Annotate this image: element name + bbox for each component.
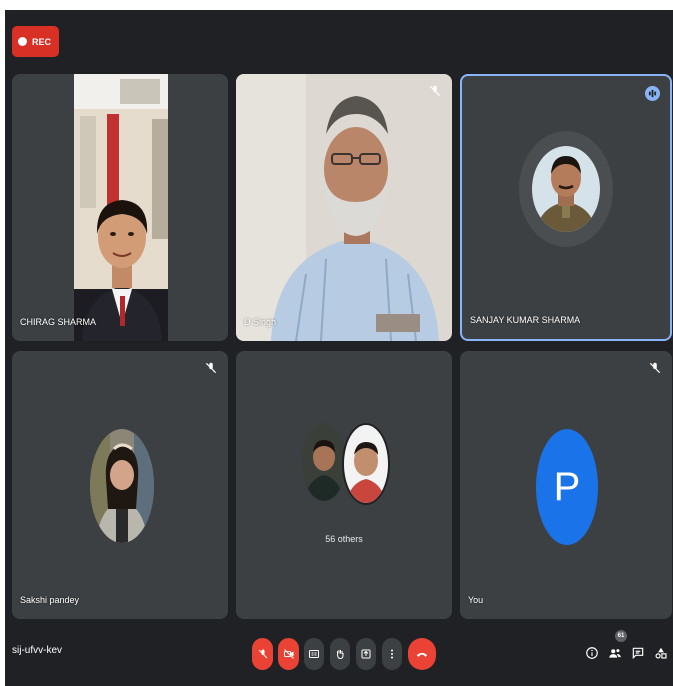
- participant-count-badge: 61: [615, 630, 627, 642]
- others-tile[interactable]: 56 others: [236, 351, 452, 619]
- participant-avatar: [90, 429, 154, 543]
- recording-label: REC: [32, 36, 52, 47]
- participant-name: SANJAY KUMAR SHARMA: [470, 315, 581, 325]
- participant-name: CHIRAG SHARMA: [20, 317, 97, 327]
- participant-video: [236, 74, 452, 341]
- others-count-label: 56 others: [325, 534, 363, 544]
- you-avatar: P: [536, 429, 598, 545]
- participant-tile-dsingh[interactable]: D Singh: [236, 74, 452, 341]
- avatar-initial: P: [553, 464, 581, 509]
- people-icon[interactable]: [608, 646, 622, 660]
- microphone-toggle-button[interactable]: [252, 638, 273, 670]
- participant-tile-chirag[interactable]: CHIRAG SHARMA: [12, 74, 228, 341]
- mic-off-icon: [649, 362, 661, 374]
- participant-tile-sanjay[interactable]: SANJAY KUMAR SHARMA: [460, 74, 672, 341]
- raise-hand-icon: [337, 650, 344, 660]
- participant-tile-sakshi[interactable]: Sakshi pandey: [12, 351, 228, 619]
- participant-name: Sakshi pandey: [20, 595, 80, 605]
- others-avatar-2: [342, 423, 390, 505]
- present-button[interactable]: [356, 638, 376, 670]
- mic-off-icon: [258, 649, 267, 659]
- present-screen-icon: [361, 649, 371, 659]
- chat-icon[interactable]: [631, 646, 645, 660]
- more-vert-icon: [391, 649, 393, 659]
- others-avatar-1: [302, 423, 346, 501]
- captions-button[interactable]: [304, 638, 324, 670]
- raise-hand-button[interactable]: [330, 638, 350, 670]
- leave-call-button[interactable]: [408, 638, 436, 670]
- participant-avatar: [532, 146, 600, 232]
- more-options-button[interactable]: [382, 638, 402, 670]
- meet-screen: REC CHIRAG SHARMA D Singh SANJAY KUMAR S…: [5, 10, 673, 686]
- recording-badge: REC: [12, 26, 60, 57]
- mic-off-icon: [205, 362, 217, 374]
- record-dot-icon: [18, 37, 27, 46]
- meeting-code: sij-ufvv-kev: [12, 645, 63, 656]
- speaking-indicator-icon: [645, 86, 660, 101]
- participant-name: You: [468, 595, 484, 605]
- participant-name: D Singh: [244, 317, 277, 327]
- mic-off-icon: [429, 85, 441, 97]
- info-icon[interactable]: [585, 646, 599, 660]
- hang-up-icon: [416, 652, 428, 657]
- participant-video: [74, 74, 168, 341]
- camera-toggle-button[interactable]: [278, 638, 299, 670]
- camera-off-icon: [283, 649, 294, 659]
- bottom-toolbar: sij-ufvv-kev 61: [5, 616, 673, 686]
- participant-tile-you[interactable]: P You: [460, 351, 672, 619]
- activities-icon[interactable]: [654, 646, 668, 660]
- captions-icon: [309, 650, 319, 658]
